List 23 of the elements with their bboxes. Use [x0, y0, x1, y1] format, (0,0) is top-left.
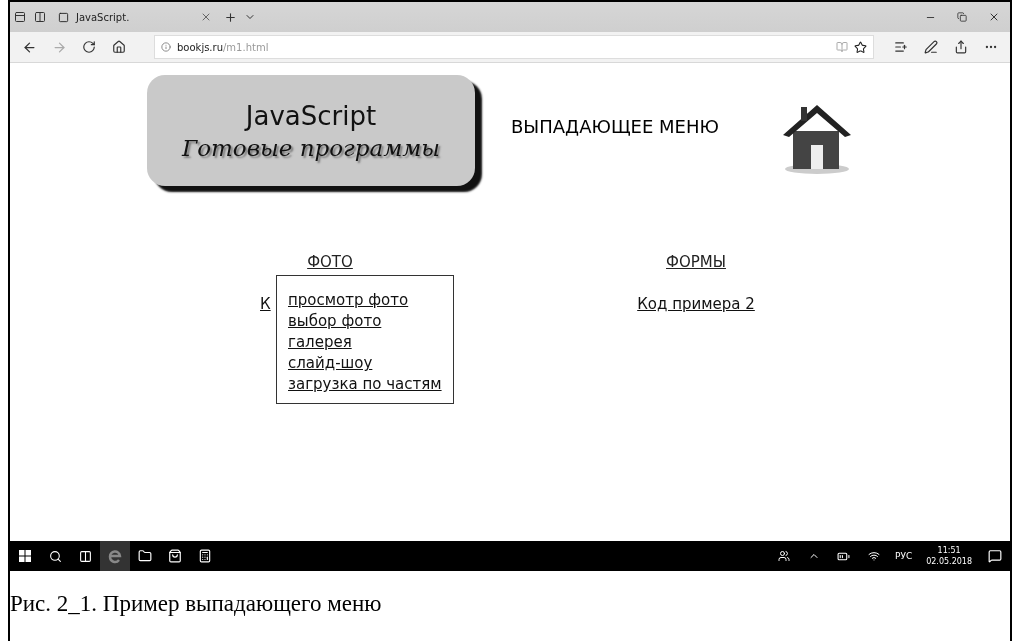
close-tab-icon[interactable]	[200, 11, 212, 23]
menu-item[interactable]: слайд-шоу	[288, 353, 443, 374]
figure-caption: Рис. 2_1. Пример выпадающего меню	[10, 591, 382, 617]
url-text: bookjs.ru/m1.html	[177, 41, 270, 53]
menu-item[interactable]: загрузка по частям	[288, 374, 443, 395]
logo-title: JavaScript	[245, 100, 377, 131]
menu-item[interactable]: галерея	[288, 332, 443, 353]
tab-title: JavaScript.	[76, 11, 131, 23]
menu-item[interactable]: выбор фото	[288, 311, 443, 332]
language-indicator[interactable]: РУС	[895, 551, 913, 561]
star-icon[interactable]	[854, 40, 867, 54]
code-link[interactable]: К	[260, 295, 271, 313]
window-icon	[58, 11, 69, 23]
nav-link[interactable]: ФОРМЫ	[666, 253, 726, 271]
page-heading: ВЫПАДАЮЩЕЕ МЕНЮ	[511, 116, 719, 137]
address-field[interactable]: bookjs.ru/m1.html	[154, 35, 874, 59]
clock[interactable]: 11:51 02.05.2018	[926, 545, 972, 567]
nav-link[interactable]: ФОТО	[307, 253, 353, 271]
browser-tab[interactable]: JavaScript.	[50, 2, 220, 32]
menu-item[interactable]: просмотр фото	[288, 290, 443, 311]
code-link[interactable]: Код примера 2	[637, 295, 755, 313]
browser-icon[interactable]	[100, 541, 130, 571]
logo-subtitle: Готовые программы	[181, 134, 441, 161]
